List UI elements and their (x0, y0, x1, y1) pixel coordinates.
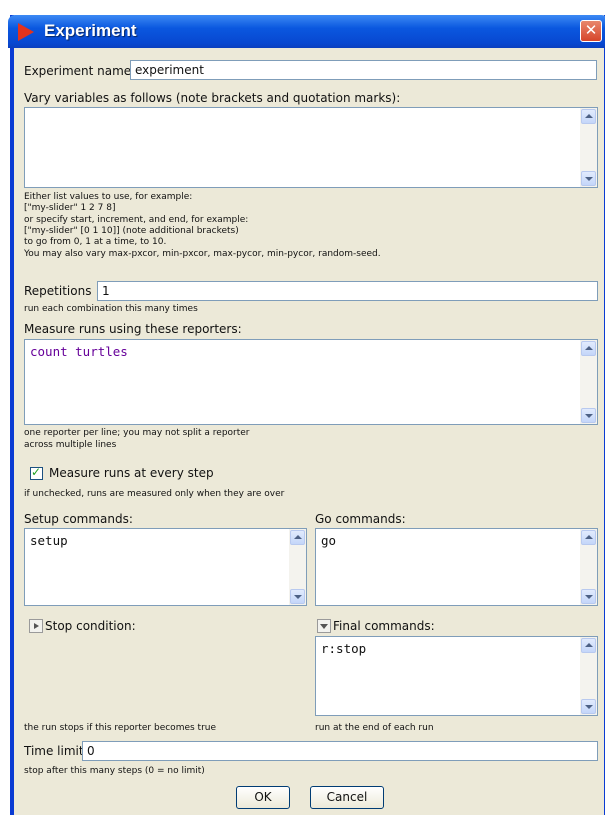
scroll-up-arrow-icon[interactable] (581, 530, 596, 545)
final-commands-help: run at the end of each run (315, 723, 434, 733)
repetitions-input[interactable]: 1 (97, 281, 598, 301)
ok-button[interactable]: OK (236, 786, 290, 809)
scroll-down-arrow-icon[interactable] (290, 589, 305, 604)
scroll-up-arrow-icon[interactable] (290, 530, 305, 545)
vary-help-line: You may also vary max-pxcor, min-pxcor, … (24, 249, 381, 259)
window-title: Experiment (44, 21, 137, 40)
reporters-label: Measure runs using these reporters: (24, 322, 242, 336)
vary-variables-label: Vary variables as follows (note brackets… (24, 91, 401, 105)
experiment-name-input[interactable]: experiment (130, 60, 597, 80)
scroll-up-arrow-icon[interactable] (581, 109, 596, 124)
measure-every-step-label[interactable]: Measure runs at every step (49, 466, 214, 480)
vary-help-line: Either list values to use, for example: (24, 192, 193, 202)
scroll-up-arrow-icon[interactable] (581, 638, 596, 653)
repetitions-label: Repetitions (24, 284, 92, 298)
setup-commands-textarea[interactable]: setup (24, 528, 307, 606)
time-limit-label: Time limit (24, 744, 84, 758)
stop-condition-help: the run stops if this reporter becomes t… (24, 723, 217, 733)
scroll-down-arrow-icon[interactable] (581, 171, 596, 186)
check-mark-icon: ✓ (31, 465, 42, 479)
measure-every-step-help: if unchecked, runs are measured only whe… (24, 489, 285, 499)
repetitions-help: run each combination this many times (24, 304, 198, 314)
vary-variables-textarea[interactable] (24, 107, 598, 188)
scrollbar[interactable] (580, 637, 597, 715)
final-commands-text: r:stop (321, 641, 367, 656)
stop-condition-label[interactable]: Stop condition: (45, 619, 136, 633)
measure-every-step-checkbox[interactable]: ✓ (30, 465, 43, 480)
scrollbar[interactable] (580, 108, 597, 187)
go-commands-text: go (321, 533, 337, 548)
scroll-up-arrow-icon[interactable] (581, 341, 596, 356)
close-button[interactable]: ✕ (580, 20, 602, 42)
vary-help-line: to go from 0, 1 at a time, to 10. (24, 237, 167, 247)
cancel-button[interactable]: Cancel (310, 786, 384, 809)
vary-help-line: ["my-slider" [0 1 10]] (note additional … (24, 226, 239, 236)
final-commands-label[interactable]: Final commands: (333, 619, 435, 633)
reporters-text: count turtles (30, 344, 128, 359)
setup-commands-text: setup (30, 533, 68, 548)
go-commands-label: Go commands: (315, 512, 406, 526)
reporters-textarea[interactable]: count turtles (24, 339, 598, 425)
time-limit-input[interactable]: 0 (82, 741, 598, 761)
vary-help-line: ["my-slider" 1 2 7 8] (24, 203, 116, 213)
stop-condition-expand-icon[interactable] (29, 619, 43, 633)
go-commands-textarea[interactable]: go (315, 528, 598, 606)
netlogo-red-arrow-icon (18, 23, 34, 41)
experiment-name-label: Experiment name (24, 64, 132, 78)
scrollbar[interactable] (580, 340, 597, 424)
scroll-down-arrow-icon[interactable] (581, 589, 596, 604)
final-commands-textarea[interactable]: r:stop (315, 636, 598, 716)
scroll-down-arrow-icon[interactable] (581, 699, 596, 714)
reporters-help-line: one reporter per line; you may not split… (24, 428, 250, 438)
scrollbar[interactable] (580, 529, 597, 605)
title-bar[interactable]: Experiment ✕ (8, 15, 605, 48)
time-limit-help: stop after this many steps (0 = no limit… (24, 766, 205, 776)
final-commands-collapse-icon[interactable] (317, 619, 331, 633)
scroll-down-arrow-icon[interactable] (581, 408, 596, 423)
reporters-help-line: across multiple lines (24, 440, 117, 450)
setup-commands-label: Setup commands: (24, 512, 133, 526)
scrollbar[interactable] (289, 529, 306, 605)
vary-help-line: or specify start, increment, and end, fo… (24, 215, 249, 225)
